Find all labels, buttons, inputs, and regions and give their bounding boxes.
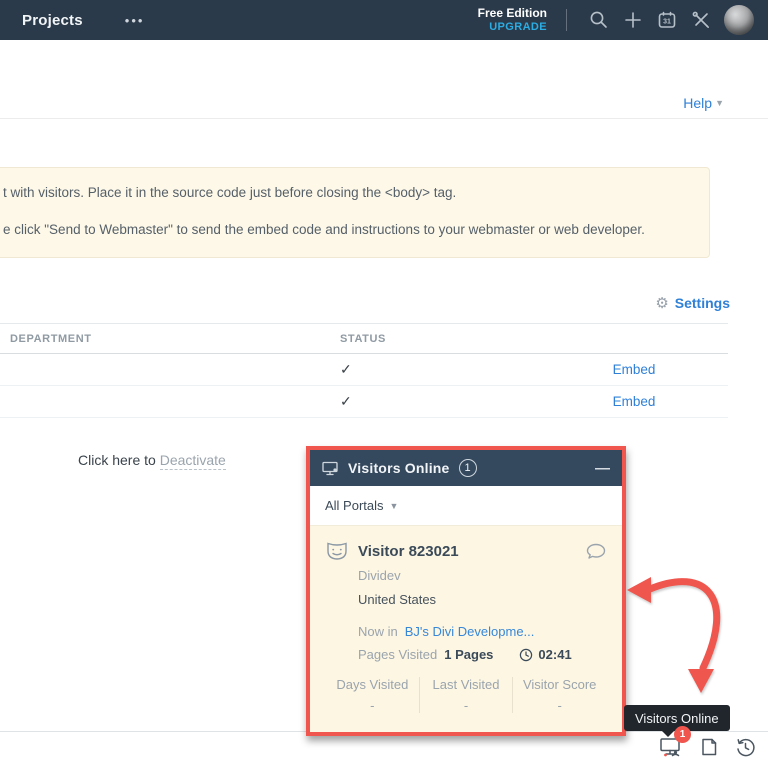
deactivate-row: Click here to Deactivate — [78, 452, 226, 468]
deactivate-link[interactable]: Deactivate — [160, 452, 226, 470]
stat-last-visited: Last Visited - — [419, 677, 513, 713]
chevron-down-icon: ▼ — [715, 98, 724, 108]
search-icon[interactable] — [582, 3, 616, 37]
upgrade-link[interactable]: UPGRADE — [478, 21, 547, 34]
visitor-company: Dividev — [358, 568, 606, 583]
calendar-day-number: 31 — [663, 19, 671, 26]
visitor-card: Visitor 823021 Dividev United States Now… — [310, 526, 622, 713]
monitor-visitors-icon — [322, 461, 339, 476]
pages-visited-label: Pages Visited — [358, 647, 437, 662]
stat-value: - — [513, 698, 606, 713]
portal-filter-label: All Portals — [325, 498, 384, 513]
departments-table: DEPARTMENT STATUS ✓ Embed ✓ Embed — [0, 323, 728, 418]
help-link[interactable]: Help▼ — [683, 95, 724, 111]
column-department: DEPARTMENT — [0, 333, 340, 345]
settings-label: Settings — [675, 295, 730, 311]
embed-instructions-notice: t with visitors. Place it in the source … — [0, 167, 710, 258]
topbar-divider — [566, 9, 567, 31]
notice-line-2: e click "Send to Webmaster" to send the … — [3, 221, 699, 239]
notice-line-1: t with visitors. Place it in the source … — [3, 184, 699, 202]
stat-value: - — [326, 698, 419, 713]
chat-bubble-icon[interactable] — [586, 543, 606, 560]
add-icon[interactable] — [616, 3, 650, 37]
stat-visitor-score: Visitor Score - — [512, 677, 606, 713]
tools-icon[interactable] — [684, 3, 718, 37]
status-check-icon: ✓ — [340, 361, 540, 378]
portal-filter-dropdown[interactable]: All Portals ▼ — [310, 486, 622, 526]
edition-block: Free Edition UPGRADE — [478, 7, 547, 33]
visitor-mask-icon — [326, 541, 348, 561]
clock-icon — [519, 648, 533, 662]
user-avatar[interactable] — [724, 5, 754, 35]
gear-icon: ⚙ — [655, 296, 668, 311]
visitor-name[interactable]: Visitor 823021 — [358, 543, 459, 560]
widget-header[interactable]: Visitors Online 1 — — [310, 450, 622, 486]
visitor-stats: Days Visited - Last Visited - Visitor Sc… — [326, 677, 606, 713]
widget-title: Visitors Online — [348, 460, 450, 476]
settings-button[interactable]: ⚙ Settings — [655, 295, 730, 311]
more-menu-icon[interactable]: ••• — [125, 13, 145, 28]
table-header: DEPARTMENT STATUS — [0, 324, 728, 354]
pages-visited-value: 1 Pages — [444, 647, 493, 662]
app-title[interactable]: Projects — [22, 12, 83, 29]
embed-link[interactable]: Embed — [613, 394, 656, 409]
now-in-page-link[interactable]: BJ's Divi Developme... — [405, 624, 535, 639]
minimize-button[interactable]: — — [595, 461, 610, 476]
stat-days-visited: Days Visited - — [326, 677, 419, 713]
stat-label: Days Visited — [326, 677, 419, 692]
calendar-icon[interactable]: 31 — [650, 3, 684, 37]
unread-count-badge[interactable]: 1 — [674, 726, 691, 743]
visitors-online-widget: Visitors Online 1 — All Portals ▼ Visito… — [306, 446, 626, 736]
deactivate-prefix: Click here to — [78, 452, 160, 468]
screen: Projects ••• Free Edition UPGRADE 31 Hel… — [0, 0, 768, 758]
embed-link[interactable]: Embed — [613, 362, 656, 377]
time-on-page: 02:41 — [538, 647, 571, 662]
notes-tray-icon[interactable] — [696, 735, 722, 759]
visitor-country: United States — [358, 592, 606, 607]
stat-value: - — [420, 698, 513, 713]
history-tray-icon[interactable] — [732, 735, 758, 759]
chevron-down-icon: ▼ — [390, 501, 399, 511]
edition-label: Free Edition — [478, 7, 547, 21]
stat-label: Visitor Score — [513, 677, 606, 692]
status-check-icon: ✓ — [340, 393, 540, 410]
stat-label: Last Visited — [420, 677, 513, 692]
header-divider — [0, 118, 768, 119]
now-in-label: Now in — [358, 624, 398, 639]
tooltip-label: Visitors Online — [635, 711, 719, 726]
help-label: Help — [683, 95, 712, 111]
table-row: ✓ Embed — [0, 386, 728, 418]
table-row: ✓ Embed — [0, 354, 728, 386]
visitor-count-badge[interactable]: 1 — [459, 459, 477, 477]
column-status: STATUS — [340, 333, 540, 345]
top-navbar: Projects ••• Free Edition UPGRADE 31 — [0, 0, 768, 40]
